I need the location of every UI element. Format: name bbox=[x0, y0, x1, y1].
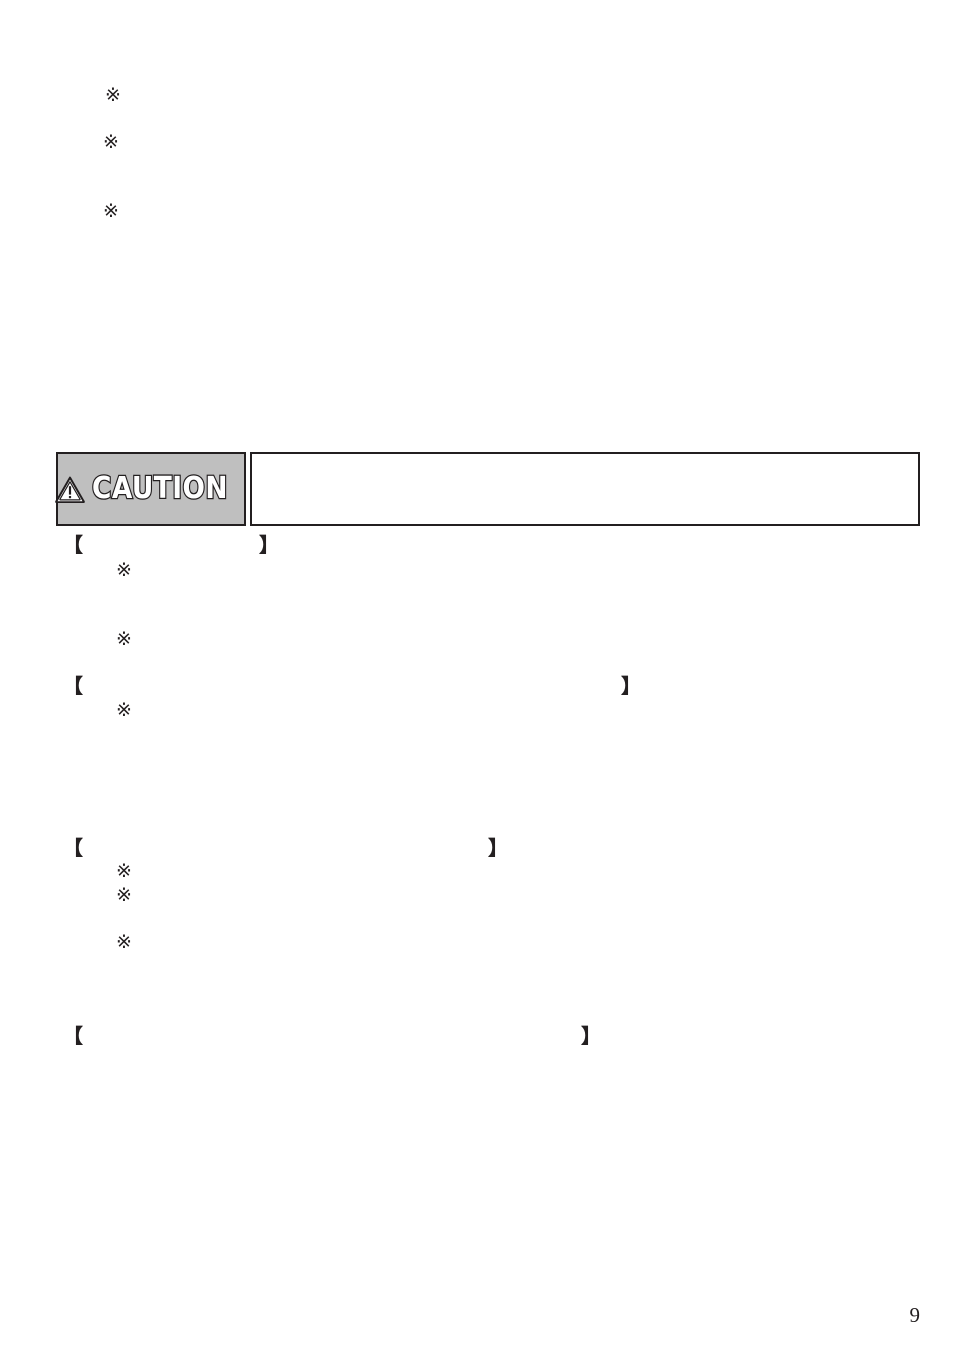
bracket-open: 【 bbox=[63, 1024, 83, 1048]
reference-mark-note: ※ bbox=[105, 84, 121, 106]
bracket-close: 】 bbox=[488, 836, 508, 860]
caution-label-box: CAUTION bbox=[55, 452, 246, 526]
bracket-open: 【 bbox=[63, 836, 83, 860]
reference-mark-note: ※ bbox=[103, 200, 119, 222]
bracket-close: 】 bbox=[621, 674, 641, 698]
section-heading: 【 】 bbox=[63, 1026, 601, 1046]
caution-banner: CAUTION bbox=[55, 452, 920, 526]
section-heading: 【 】 bbox=[63, 676, 641, 696]
bracket-close: 】 bbox=[259, 533, 279, 557]
reference-mark-note: ※ bbox=[116, 699, 132, 721]
document-page: ※ ※ ※ CAUTION 【 】 ※ ※ 【 】 ※ 【 】 ※ ※ ※ 【 … bbox=[0, 0, 954, 1354]
bracket-open: 【 bbox=[63, 674, 83, 698]
bracket-open: 【 bbox=[63, 533, 83, 557]
reference-mark-note: ※ bbox=[116, 884, 132, 906]
reference-mark-note: ※ bbox=[116, 628, 132, 650]
caution-body-text bbox=[250, 452, 920, 526]
bracket-close: 】 bbox=[581, 1024, 601, 1048]
section-heading: 【 】 bbox=[63, 535, 279, 555]
reference-mark-note: ※ bbox=[116, 860, 132, 882]
page-number: 9 bbox=[909, 1303, 921, 1327]
reference-mark-note: ※ bbox=[116, 559, 132, 581]
section-heading: 【 】 bbox=[63, 838, 508, 858]
warning-triangle-icon bbox=[55, 476, 86, 503]
caution-label-text: CAUTION bbox=[91, 471, 229, 506]
reference-mark-note: ※ bbox=[116, 931, 132, 953]
reference-mark-note: ※ bbox=[103, 131, 119, 153]
